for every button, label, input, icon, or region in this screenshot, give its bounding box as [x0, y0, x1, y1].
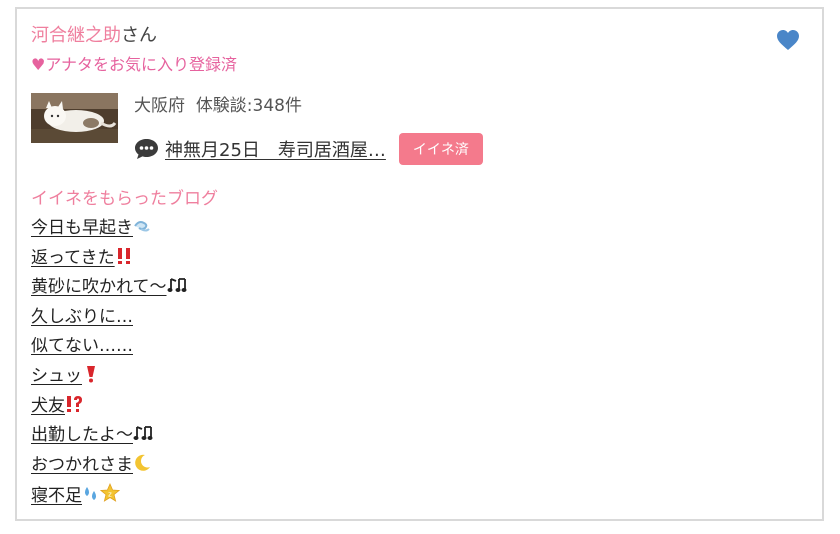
double-exclamation-icon [117, 247, 130, 264]
list-item: 返ってきた [31, 247, 189, 277]
list-item: 寝不足 z [31, 483, 189, 513]
user-name[interactable]: 河合継之助 [31, 25, 121, 46]
crescent-moon-icon [135, 454, 150, 471]
liked-blog-list: 今日も早起き 返ってきた 黄砂に吹かれて〜 久しぶりに… 似てない…… シュッ … [31, 217, 189, 513]
svg-text:z: z [108, 491, 112, 499]
iine-button[interactable]: イイネ済 [398, 133, 483, 165]
diary-title-link[interactable]: 神無月25日 寿司居酒屋… [165, 136, 386, 162]
list-item: シュッ [31, 365, 189, 395]
user-honorific: さん [121, 25, 157, 46]
favorite-status: ♥アナタをお気に入り登録済 [31, 55, 238, 74]
list-item: 出勤したよ〜 [31, 424, 189, 454]
user-review-count: 体験談:348件 [195, 96, 302, 116]
list-item: 久しぶりに… [31, 306, 189, 336]
cat-photo-icon [31, 93, 118, 143]
star-icon: z [100, 483, 120, 503]
wind-face-icon [134, 221, 150, 232]
sweat-droplets-icon [85, 487, 96, 501]
heavy-exclamation-icon [87, 365, 95, 383]
liked-blogs-title: イイネをもらったブログ [31, 189, 218, 209]
list-item: 似てない…… [31, 335, 189, 365]
list-item: 今日も早起き [31, 217, 189, 247]
blog-link[interactable]: 久しぶりに… [31, 307, 133, 327]
music-notes-icon [167, 278, 186, 293]
list-item: 犬友 [31, 395, 189, 425]
blog-link[interactable]: シュッ [31, 365, 100, 386]
blog-link[interactable]: 似てない…… [31, 336, 133, 356]
blog-link[interactable]: おつかれさま [31, 454, 151, 475]
user-card: 河合継之助さん ♥アナタをお気に入り登録済 大阪府 体験談:348件 神無月25… [15, 7, 824, 521]
user-location: 大阪府 [134, 96, 185, 116]
user-thumbnail[interactable] [31, 93, 118, 143]
latest-diary: 神無月25日 寿司居酒屋… イイネ済 [134, 133, 483, 165]
heart-icon[interactable] [776, 29, 800, 51]
blog-link[interactable]: 出勤したよ〜 [31, 425, 155, 445]
user-info: 大阪府 体験談:348件 [134, 95, 302, 117]
user-name-line: 河合継之助さん [31, 24, 157, 48]
blog-link[interactable]: 黄砂に吹かれて〜 [31, 277, 189, 297]
blog-link[interactable]: 返ってきた [31, 247, 133, 268]
list-item: おつかれさま [31, 454, 189, 484]
music-notes-icon [133, 426, 153, 441]
list-item: 黄砂に吹かれて〜 [31, 276, 189, 306]
exclamation-question-icon [67, 395, 82, 412]
speech-bubble-icon [135, 139, 158, 159]
blog-link[interactable]: 犬友 [31, 395, 83, 416]
blog-link[interactable]: 今日も早起き [31, 218, 151, 238]
blog-link[interactable]: 寝不足 z [31, 483, 120, 506]
